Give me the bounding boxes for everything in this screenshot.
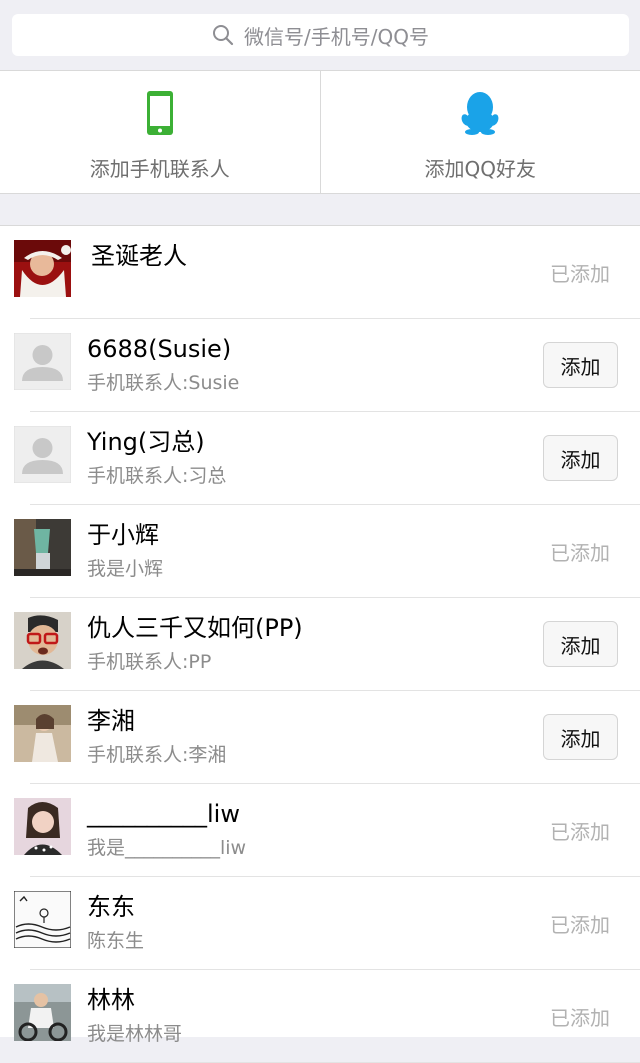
add-shortcuts: 添加手机联系人 添加QQ好友: [0, 70, 640, 194]
list-item[interactable]: 东东 陈东生 已添加: [0, 877, 640, 970]
list-item[interactable]: 圣诞老人 已添加: [0, 226, 640, 319]
qq-penguin-icon: [460, 91, 500, 135]
add-phone-contacts-button[interactable]: 添加手机联系人: [0, 71, 320, 193]
avatar: [14, 519, 71, 576]
add-button[interactable]: 添加: [543, 621, 618, 667]
list-item[interactable]: 仇人三千又如何(PP) 手机联系人:PP 添加: [0, 598, 640, 691]
contact-subtitle: 手机联系人:Susie: [87, 369, 520, 397]
contact-name: 6688(Susie): [87, 333, 520, 365]
add-button[interactable]: 添加: [543, 342, 618, 388]
avatar: [14, 891, 71, 948]
list-item[interactable]: __________liw 我是__________liw 已添加: [0, 784, 640, 877]
added-status: 已添加: [550, 258, 610, 287]
contact-name: 东东: [87, 891, 520, 923]
avatar: [14, 240, 71, 297]
contact-list: 圣诞老人 已添加 6688(Susie) 手机联系人:Susie 添加: [0, 225, 640, 1037]
search-bar-area: 微信号/手机号/QQ号: [0, 0, 640, 70]
contact-subtitle: 我是林林哥: [87, 1020, 520, 1048]
search-icon: [212, 24, 234, 46]
avatar: [14, 612, 71, 669]
contact-subtitle: 手机联系人:PP: [87, 648, 520, 676]
list-item[interactable]: 于小辉 我是小辉 已添加: [0, 505, 640, 598]
added-status: 已添加: [550, 909, 610, 938]
contact-name: Ying(习总): [87, 426, 520, 458]
contact-name: 林林: [87, 984, 520, 1016]
contact-name: 李湘: [87, 705, 520, 737]
default-avatar: [14, 333, 71, 390]
contact-subtitle: 我是小辉: [87, 555, 520, 583]
contact-subtitle: 我是__________liw: [87, 834, 520, 862]
add-button[interactable]: 添加: [543, 435, 618, 481]
added-status: 已添加: [550, 816, 610, 845]
add-phone-contacts-label: 添加手机联系人: [90, 153, 230, 182]
list-item[interactable]: 林林 我是林林哥 已添加: [0, 970, 640, 1063]
added-status: 已添加: [550, 1002, 610, 1031]
contact-name: 圣诞老人: [91, 240, 520, 272]
avatar: [14, 798, 71, 855]
avatar: [14, 984, 71, 1041]
contact-name: __________liw: [87, 798, 520, 830]
default-avatar: [14, 426, 71, 483]
list-item[interactable]: 李湘 手机联系人:李湘 添加: [0, 691, 640, 784]
contact-name: 仇人三千又如何(PP): [87, 612, 520, 644]
add-button[interactable]: 添加: [543, 714, 618, 760]
contact-subtitle: 陈东生: [87, 927, 520, 955]
add-qq-friends-button[interactable]: 添加QQ好友: [320, 71, 640, 193]
avatar: [14, 705, 71, 762]
list-item[interactable]: 6688(Susie) 手机联系人:Susie 添加: [0, 319, 640, 412]
added-status: 已添加: [550, 537, 610, 566]
contact-subtitle: 手机联系人:李湘: [87, 741, 520, 769]
contact-subtitle: 手机联系人:习总: [87, 462, 520, 490]
search-input[interactable]: 微信号/手机号/QQ号: [12, 14, 629, 56]
list-item[interactable]: Ying(习总) 手机联系人:习总 添加: [0, 412, 640, 505]
contact-name: 于小辉: [87, 519, 520, 551]
phone-icon: [146, 90, 174, 136]
search-placeholder: 微信号/手机号/QQ号: [244, 21, 429, 50]
add-qq-friends-label: 添加QQ好友: [425, 153, 536, 182]
